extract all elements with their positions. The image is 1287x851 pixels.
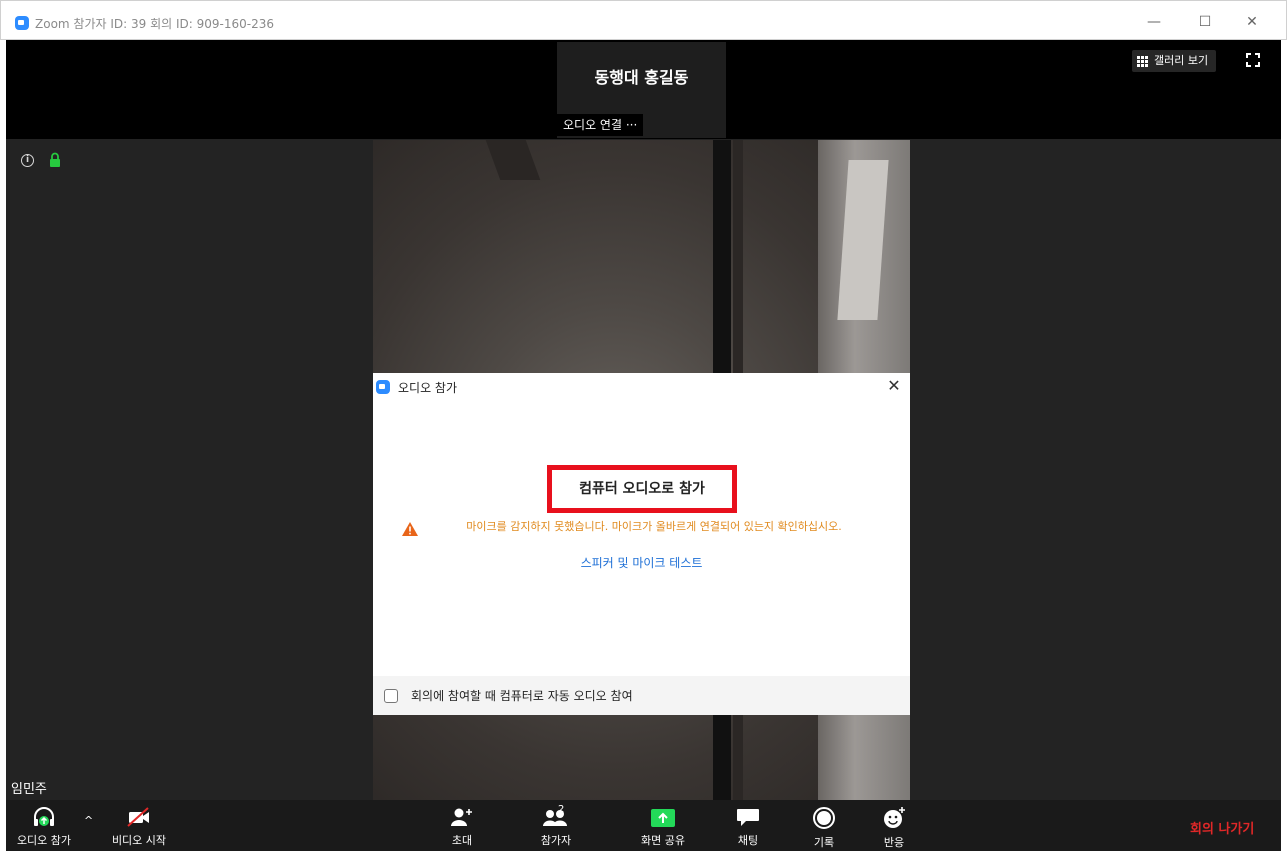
speaker-mic-test-link[interactable]: 스피커 및 마이크 테스트 (373, 554, 910, 571)
reactions-label: 반응 (883, 836, 905, 849)
auto-join-audio-checkbox[interactable] (384, 689, 398, 703)
gallery-view-label: 갤러리 보기 (1154, 54, 1209, 67)
invite-label: 초대 (451, 834, 473, 847)
dialog-footer: 회의에 참여할 때 컴퓨터로 자동 오디오 참여 (373, 676, 910, 715)
maximize-button[interactable]: ☐ (1194, 11, 1216, 33)
add-user-icon (451, 808, 472, 826)
lock-icon[interactable] (49, 152, 61, 167)
record-icon (813, 807, 835, 829)
minimize-button[interactable]: — (1143, 11, 1165, 33)
reaction-emoji-icon (884, 807, 905, 828)
auto-join-audio-label[interactable]: 회의에 참여할 때 컴퓨터로 자동 오디오 참여 (411, 687, 633, 704)
participant-name: 임민주 (11, 782, 47, 797)
participants-button[interactable]: 2 참가자 (526, 800, 586, 851)
record-button[interactable]: 기록 (796, 800, 852, 851)
speaker-name: 동행대 홍길동 (594, 68, 689, 87)
chat-label: 채팅 (737, 834, 759, 847)
join-audio-dialog: 오디오 참가 ✕ 컴퓨터 오디오로 참가 마이크를 감지하지 못했습니다. 마이… (373, 373, 910, 715)
info-icon[interactable]: i (21, 154, 34, 167)
join-audio-label: 오디오 참가 (16, 834, 72, 847)
share-screen-icon (651, 809, 675, 827)
grid-icon (1137, 56, 1148, 67)
invite-button[interactable]: 초대 (434, 800, 490, 851)
chat-icon (737, 809, 759, 826)
participants-label: 참가자 (540, 834, 572, 847)
reactions-button[interactable]: 반응 (866, 800, 922, 851)
audio-options-caret[interactable]: ^ (84, 814, 93, 827)
start-video-label: 비디오 시작 (111, 834, 167, 847)
meeting-area: 동행대 홍길동 오디오 연결 ··· 갤러리 보기 i 임민주 오디오 참가 ✕… (6, 40, 1281, 851)
participants-count: 2 (558, 804, 565, 815)
fullscreen-icon[interactable] (1246, 53, 1260, 67)
share-screen-button[interactable]: 화면 공유 (631, 800, 695, 851)
audio-connecting-status: 오디오 연결 ··· (557, 114, 644, 136)
warning-icon (402, 522, 418, 536)
mic-warning-text: 마이크를 감지하지 못했습니다. 마이크가 올바르게 연결되어 있는지 확인하십… (466, 520, 842, 533)
close-window-button[interactable]: ✕ (1241, 11, 1263, 33)
mic-warning: 마이크를 감지하지 못했습니다. 마이크가 올바르게 연결되어 있는지 확인하십… (401, 519, 881, 553)
window-titlebar: Zoom 참가자 ID: 39 회의 ID: 909-160-236 — ☐ ✕ (0, 0, 1287, 40)
headphones-icon (34, 807, 54, 826)
dialog-close-button[interactable]: ✕ (885, 377, 903, 395)
zoom-app-icon (15, 16, 29, 30)
share-screen-label: 화면 공유 (641, 834, 685, 847)
record-label: 기록 (813, 836, 835, 849)
zoom-app-icon (376, 380, 390, 394)
meeting-toolbar: 오디오 참가 ^ 비디오 시작 초대 2 참가자 화면 공유 채팅 기록 반응 … (6, 800, 1281, 851)
join-audio-button[interactable]: 오디오 참가 (6, 800, 82, 851)
window-title: Zoom 참가자 ID: 39 회의 ID: 909-160-236 (35, 17, 274, 31)
dialog-title: 오디오 참가 (398, 381, 458, 395)
start-video-button[interactable]: 비디오 시작 (104, 800, 174, 851)
join-computer-audio-button[interactable]: 컴퓨터 오디오로 참가 (547, 465, 737, 513)
leave-meeting-button[interactable]: 회의 나가기 (1190, 818, 1254, 837)
gallery-view-button[interactable]: 갤러리 보기 (1132, 50, 1217, 72)
video-off-icon (127, 807, 149, 827)
chat-button[interactable]: 채팅 (720, 800, 776, 851)
participants-icon (543, 810, 567, 826)
